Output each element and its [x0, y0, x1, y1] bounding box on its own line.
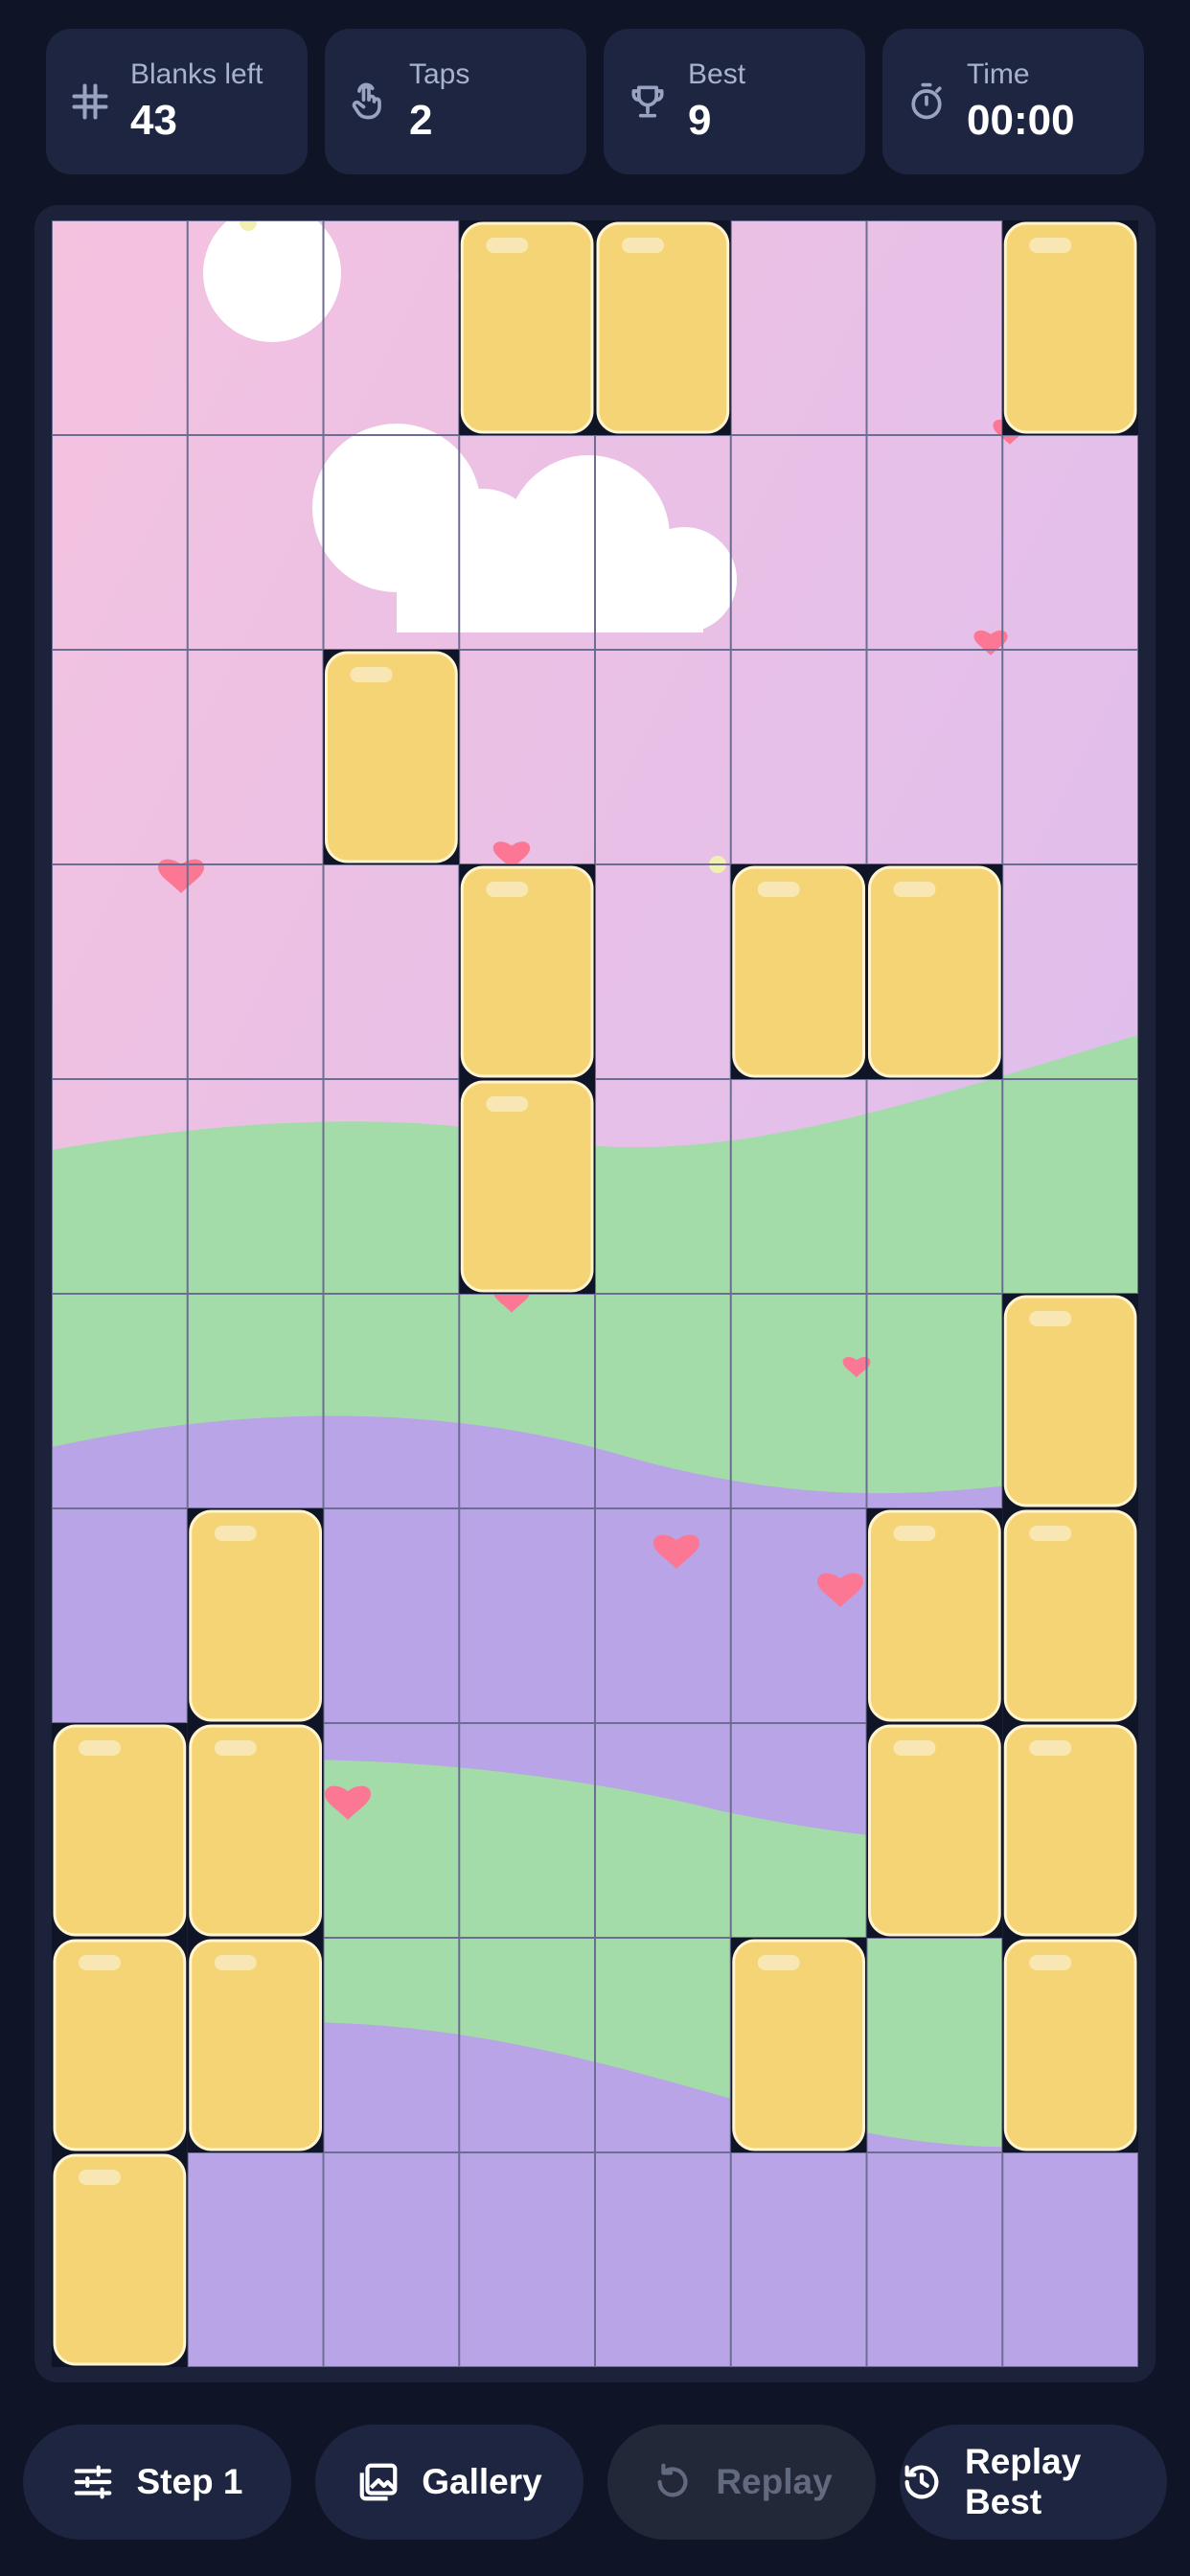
blank-tile[interactable] [459, 864, 595, 1079]
history-icon [904, 2465, 939, 2499]
best-stat: Best 9 [604, 29, 865, 174]
blank-tile[interactable] [1002, 1938, 1138, 2152]
tile-shine [214, 1955, 257, 1970]
gallery-button[interactable]: Gallery [315, 2425, 584, 2540]
blank-tile[interactable] [1002, 1294, 1138, 1508]
blank-tile[interactable] [595, 220, 731, 435]
tile-shine [79, 1955, 121, 1970]
stopwatch-icon [911, 82, 942, 120]
tile-face [460, 865, 594, 1078]
blank-tile[interactable] [1002, 1723, 1138, 1938]
tile-face [53, 1939, 187, 2151]
tile-shine [79, 2170, 121, 2185]
bottom-controls: Step 1 Gallery Replay Replay Best [23, 2425, 1167, 2540]
best-label: Best [688, 58, 746, 90]
blank-tile[interactable] [52, 2152, 188, 2367]
replay-icon [657, 2463, 688, 2497]
tile-face [1003, 1509, 1137, 1722]
blank-tile[interactable] [1002, 1508, 1138, 1723]
tile-face [596, 221, 730, 434]
step-button-label: Step 1 [136, 2462, 243, 2501]
tile-face [868, 865, 1001, 1078]
grid-hash-icon [72, 83, 108, 120]
tile-shine [1029, 1311, 1072, 1326]
blank-tile[interactable] [730, 1938, 867, 2152]
blank-tile[interactable] [866, 1508, 1003, 1723]
tile-shine [486, 1096, 529, 1112]
tile-shine [214, 1526, 257, 1541]
tile-shine [79, 1740, 121, 1756]
tile-face [189, 1509, 322, 1722]
step-button[interactable]: Step 1 [23, 2425, 291, 2540]
time-label: Time [967, 58, 1030, 90]
blank-tile[interactable] [187, 1508, 324, 1723]
blank-tile[interactable] [866, 864, 1003, 1079]
tile-face [189, 1939, 322, 2151]
tile-face [460, 1080, 594, 1293]
tile-face [732, 865, 865, 1078]
blank-tile[interactable] [1002, 220, 1138, 435]
time-value: 00:00 [967, 97, 1075, 144]
tile-face [1003, 1939, 1137, 2151]
tile-face [53, 2153, 187, 2366]
replay-button[interactable]: Replay [607, 2425, 876, 2540]
tile-shine [893, 1526, 936, 1541]
tile-shine [893, 1740, 936, 1756]
taps-stat: Taps 2 [325, 29, 586, 174]
trophy-icon [631, 85, 664, 118]
tile-shine [893, 882, 936, 897]
best-value: 9 [688, 97, 712, 144]
blank-tile[interactable] [730, 864, 867, 1079]
blanks-left-stat: Blanks left 43 [46, 29, 308, 174]
tile-face [460, 221, 594, 434]
tap-hand-icon [352, 82, 381, 120]
blank-tile[interactable] [459, 220, 595, 435]
stats-bar: Blanks left 43 Taps 2 Best 9 Time 00:00 [46, 29, 1144, 174]
tile-shine [486, 882, 529, 897]
tile-shine [757, 1955, 800, 1970]
tile-face [1003, 1724, 1137, 1937]
tile-shine [1029, 1955, 1072, 1970]
sliders-icon [75, 2465, 112, 2499]
tile-face [1003, 221, 1137, 434]
taps-value: 2 [409, 97, 433, 144]
tile-shine [486, 238, 529, 253]
tile-face [325, 651, 458, 863]
replay-button-label: Replay [716, 2462, 833, 2501]
tile-shine [1029, 1526, 1072, 1541]
blanks-left-label: Blanks left [130, 58, 263, 90]
tile-face [189, 1724, 322, 1937]
blank-tile[interactable] [459, 1079, 595, 1294]
blank-tile[interactable] [323, 650, 460, 864]
tile-face [1003, 1295, 1137, 1507]
tile-shine [1029, 1740, 1072, 1756]
puzzle-grid [52, 220, 1138, 2367]
tile-shine [622, 238, 664, 253]
tile-shine [1029, 238, 1072, 253]
tile-face [868, 1509, 1001, 1722]
tile-face [868, 1724, 1001, 1937]
tile-shine [350, 667, 393, 682]
blank-tile[interactable] [866, 1723, 1003, 1938]
blank-tile[interactable] [187, 1723, 324, 1938]
blank-tile[interactable] [187, 1938, 324, 2152]
tile-face [53, 1724, 187, 1937]
blanks-left-value: 43 [130, 97, 177, 144]
tile-shine [757, 882, 800, 897]
taps-label: Taps [409, 58, 470, 90]
replay-best-button-label: Replay Best [965, 2442, 1082, 2521]
blank-tile[interactable] [52, 1938, 188, 2152]
gallery-button-label: Gallery [422, 2462, 542, 2501]
gallery-icon [359, 2463, 398, 2501]
tile-shine [214, 1740, 257, 1756]
tile-face [732, 1939, 865, 2151]
time-stat: Time 00:00 [882, 29, 1144, 174]
blank-tile[interactable] [52, 1723, 188, 1938]
replay-best-button[interactable]: Replay Best [900, 2425, 1167, 2540]
